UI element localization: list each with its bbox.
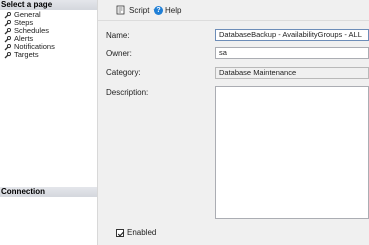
script-icon [116, 5, 126, 15]
description-textarea[interactable] [215, 86, 369, 219]
script-button[interactable]: Script [116, 4, 159, 16]
owner-field[interactable]: sa [215, 47, 369, 59]
page-list: General Steps Schedules Alerts Notificat… [4, 11, 55, 59]
toolbar: Script ? Help [98, 0, 369, 21]
help-icon: ? [154, 5, 163, 15]
connection-header: Connection [0, 187, 97, 197]
wrench-icon [4, 27, 11, 35]
name-field[interactable]: DatabaseBackup - AvailabilityGroups - AL… [215, 29, 369, 41]
name-label: Name: [106, 31, 130, 40]
enabled-checkbox[interactable] [116, 228, 125, 237]
help-button[interactable]: ? Help [154, 4, 181, 16]
page-item-label: Targets [14, 50, 39, 59]
enabled-label: Enabled [127, 228, 157, 237]
enabled-checkbox-row[interactable]: Enabled [116, 228, 156, 237]
category-select[interactable]: Database Maintenance [215, 67, 369, 79]
category-label: Category: [106, 68, 141, 77]
wrench-icon [4, 51, 11, 59]
select-page-header: Select a page [0, 0, 97, 10]
script-label: Script [129, 5, 150, 15]
description-label: Description: [106, 88, 149, 97]
wrench-icon [4, 43, 11, 51]
wrench-icon [4, 35, 11, 43]
select-page-pane: Select a page General Steps Schedules Al… [0, 0, 98, 245]
wrench-icon [4, 19, 11, 27]
page-item-targets[interactable]: Targets [4, 51, 55, 59]
owner-label: Owner: [106, 49, 132, 58]
job-properties-pane: Script ? Help Name: DatabaseBackup - Ava… [98, 0, 369, 245]
help-label: Help [165, 5, 182, 15]
wrench-icon [4, 11, 11, 19]
